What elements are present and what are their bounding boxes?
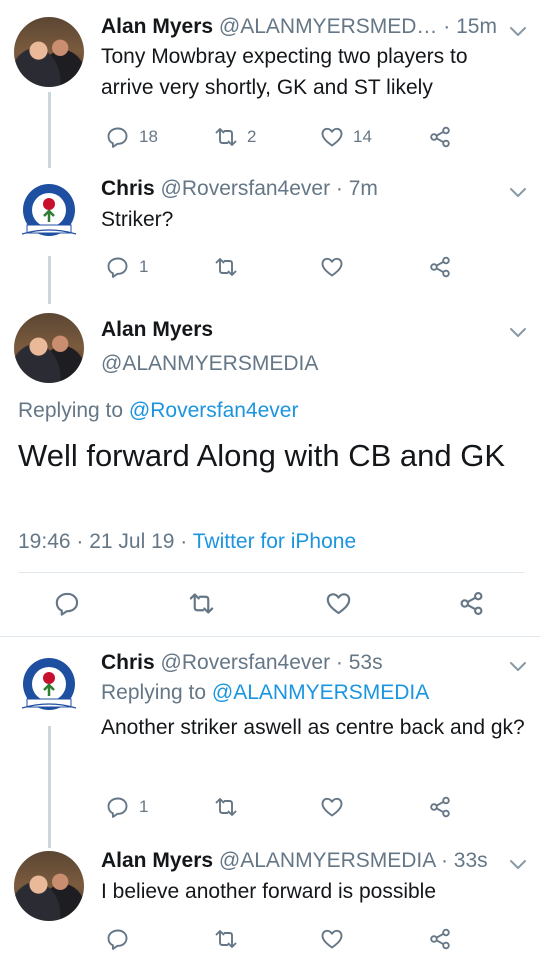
tweet-header: Alan Myers @ALANMYERSMED… · 15m [101, 14, 497, 40]
reply-button[interactable]: 18 [106, 124, 158, 150]
thread-line [48, 92, 51, 168]
timestamp[interactable]: · 53s [330, 651, 383, 674]
like-button[interactable] [320, 254, 344, 280]
like-button[interactable] [325, 590, 352, 616]
display-name[interactable]: Chris [101, 651, 155, 674]
reply-button[interactable] [54, 590, 81, 616]
reply-icon [107, 797, 128, 818]
handle[interactable]: @ALANMYERSMED… [219, 15, 438, 38]
share-icon [430, 256, 450, 278]
timestamp[interactable]: · 15m [437, 15, 497, 38]
retweet-button[interactable] [214, 794, 238, 820]
display-name[interactable]: Alan Myers [101, 849, 213, 872]
reply-icon [107, 257, 128, 278]
retweet-count: 2 [247, 127, 257, 146]
reply-icon [107, 127, 128, 148]
like-count: 14 [353, 127, 372, 146]
handle[interactable]: @Roversfan4ever [161, 651, 331, 674]
chevron-down-icon[interactable] [506, 654, 530, 678]
source-link[interactable]: Twitter for iPhone [193, 530, 356, 553]
retweet-icon [215, 930, 237, 948]
tweet-text: I believe another forward is possible [101, 880, 437, 903]
timestamp: 19:46 · 21 Jul 19 · [18, 530, 193, 553]
like-icon [326, 592, 351, 614]
tweet-header: Alan Myers @ALANMYERSMEDIA · 33s [101, 848, 488, 874]
retweet-icon [215, 798, 237, 816]
chevron-down-icon[interactable] [506, 19, 530, 43]
avatar[interactable] [14, 313, 84, 383]
tweet-text: Another striker aswell as centre back an… [101, 716, 525, 739]
avatar[interactable] [14, 851, 84, 921]
tweet-header: Chris @Roversfan4ever · 7m [101, 176, 378, 202]
handle[interactable]: @Roversfan4ever [161, 177, 331, 200]
share-icon [430, 126, 450, 148]
replying-to: Replying to @ALANMYERSMEDIA [101, 681, 429, 705]
like-icon [321, 929, 343, 949]
replying-to-link[interactable]: @ALANMYERSMEDIA [212, 681, 429, 704]
handle[interactable]: @ALANMYERSMEDIA [219, 849, 435, 872]
retweet-button[interactable] [214, 926, 238, 952]
tweet-meta: 19:46 · 21 Jul 19 · Twitter for iPhone [18, 530, 356, 554]
share-button[interactable] [428, 794, 452, 820]
like-icon [321, 797, 343, 817]
like-button[interactable]: 14 [320, 124, 372, 150]
like-icon [321, 257, 343, 277]
thread-line [48, 726, 51, 848]
club-badge-logo [21, 658, 77, 710]
thread-line [48, 256, 51, 304]
tweet-text: Tony Mowbray expecting two players to ar… [101, 45, 468, 99]
share-icon [430, 928, 450, 950]
tweet-header: Chris @Roversfan4ever · 53s [101, 650, 383, 676]
retweet-button[interactable]: 2 [214, 124, 256, 150]
club-badge-logo [21, 184, 77, 236]
avatar[interactable] [14, 178, 84, 248]
tweet-text: Well forward Along with CB and GK [18, 438, 506, 473]
like-button[interactable] [320, 794, 344, 820]
reply-icon [55, 592, 79, 616]
like-icon [321, 127, 343, 147]
retweet-button[interactable] [188, 590, 215, 616]
share-button[interactable] [458, 590, 485, 616]
replying-to-link[interactable]: @Roversfan4ever [129, 399, 299, 422]
retweet-icon [189, 592, 214, 614]
handle[interactable]: @ALANMYERSMEDIA [101, 352, 318, 376]
chevron-down-icon[interactable] [506, 180, 530, 204]
share-button[interactable] [428, 254, 452, 280]
reply-button[interactable]: 1 [106, 254, 148, 280]
reply-count: 1 [139, 797, 149, 816]
share-icon [430, 796, 450, 818]
like-button[interactable] [320, 926, 344, 952]
divider [0, 636, 540, 637]
chevron-down-icon[interactable] [506, 320, 530, 344]
display-name[interactable]: Alan Myers [101, 318, 213, 342]
tweet-text: Striker? [101, 208, 174, 231]
retweet-button[interactable] [214, 254, 238, 280]
timestamp[interactable]: · 33s [435, 849, 488, 872]
replying-to-label: Replying to [101, 681, 212, 704]
replying-to: Replying to @Roversfan4ever [18, 399, 298, 423]
display-name[interactable]: Alan Myers [101, 15, 213, 38]
retweet-icon [215, 128, 237, 146]
share-button[interactable] [428, 124, 452, 150]
timestamp[interactable]: · 7m [330, 177, 378, 200]
reply-icon [107, 929, 128, 950]
reply-button[interactable]: 1 [106, 794, 148, 820]
reply-count: 18 [139, 127, 158, 146]
reply-count: 1 [139, 257, 149, 276]
share-button[interactable] [428, 926, 452, 952]
reply-button[interactable] [106, 926, 130, 952]
share-icon [460, 591, 483, 615]
avatar[interactable] [14, 652, 84, 722]
chevron-down-icon[interactable] [506, 852, 530, 876]
display-name[interactable]: Chris [101, 177, 155, 200]
avatar[interactable] [14, 17, 84, 87]
retweet-icon [215, 258, 237, 276]
divider [18, 572, 524, 573]
replying-to-label: Replying to [18, 399, 129, 422]
